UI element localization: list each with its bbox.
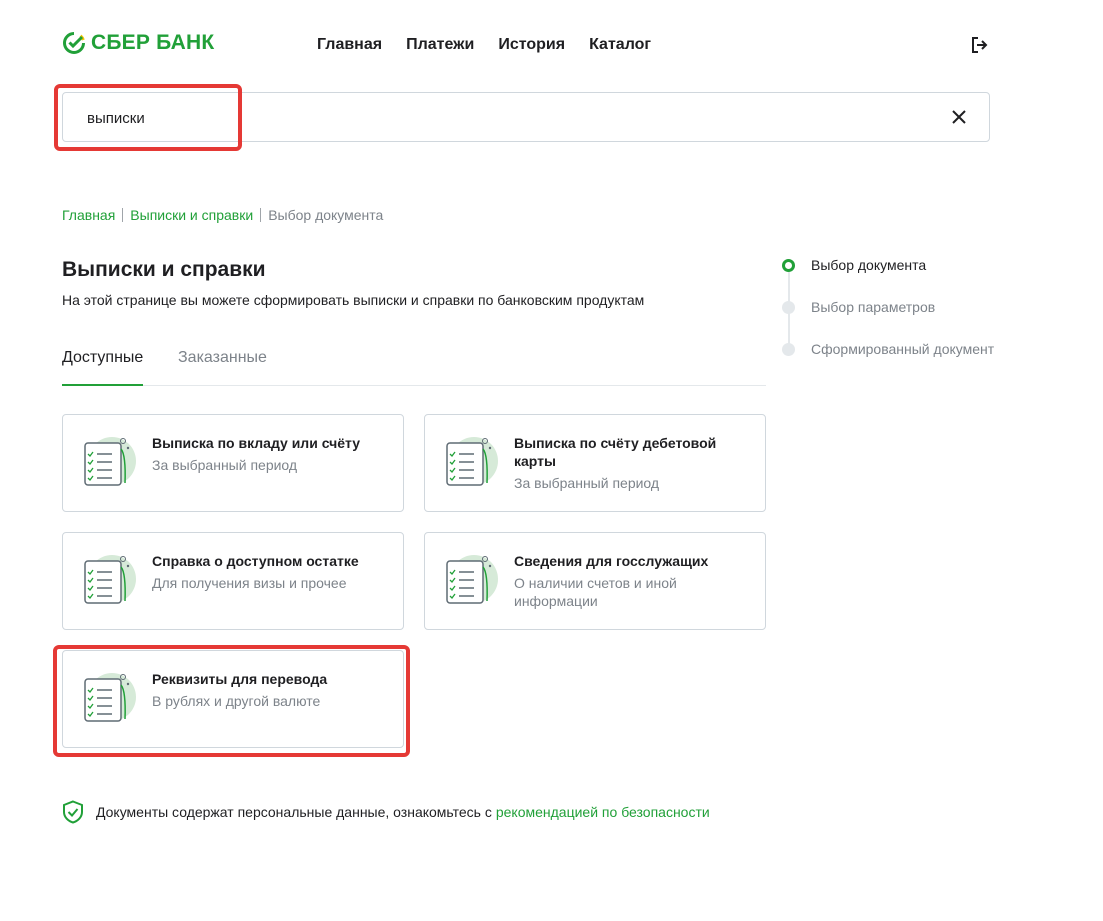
card-debit-card-statement[interactable]: Выписка по счёту дебетовой карты За выбр…: [424, 414, 766, 512]
step-label: Выбор документа: [811, 257, 927, 273]
document-icon: [84, 437, 136, 486]
sber-logo[interactable]: СБЕР БАНК: [62, 31, 214, 55]
card-description: Для получения визы и прочее: [152, 575, 347, 591]
logout-icon[interactable]: [969, 35, 989, 55]
step-label: Сформированный документ: [811, 341, 995, 357]
document-icon: [446, 437, 498, 486]
card-description: О наличии счетов и иной информации: [514, 575, 677, 609]
page-title: Выписки и справки: [62, 258, 266, 281]
card-title: Выписка по счёту дебетовой карты: [514, 435, 717, 469]
card-title: Сведения для госслужащих: [514, 553, 709, 569]
nav-item-payments[interactable]: Платежи: [406, 36, 474, 54]
document-icon: [84, 555, 136, 604]
nav-item-main[interactable]: Главная: [317, 36, 382, 54]
close-icon[interactable]: [951, 109, 967, 125]
card-balance-certificate[interactable]: Справка о доступном остатке Для получени…: [62, 532, 404, 630]
card-civil-servants-info[interactable]: Сведения для госслужащих О наличии счето…: [424, 532, 766, 630]
tab-available[interactable]: Доступные: [62, 349, 144, 386]
document-icon: [446, 555, 498, 604]
card-description: За выбранный период: [514, 475, 660, 491]
breadcrumb-link-main[interactable]: Главная: [62, 207, 115, 223]
nav-item-history[interactable]: История: [498, 36, 565, 54]
security-note: Документы содержат персональные данные, …: [62, 800, 710, 824]
card-title: Выписка по вкладу или счёту: [152, 435, 361, 451]
step-label: Выбор параметров: [811, 299, 936, 315]
nav-item-catalog[interactable]: Каталог: [589, 36, 651, 54]
page-subtitle: На этой странице вы можете сформировать …: [62, 292, 645, 308]
highlight-frame-search: [54, 84, 242, 151]
breadcrumb-link-statements[interactable]: Выписки и справки: [130, 207, 253, 223]
shield-check-icon: [63, 800, 83, 824]
tabs: Доступные Заказанные: [62, 349, 766, 386]
step-generated-document: Сформированный документ: [782, 341, 994, 357]
security-recommendation-link[interactable]: рекомендацией по безопасности: [496, 804, 710, 820]
breadcrumb: Главная Выписки и справки Выбор документ…: [62, 207, 383, 223]
breadcrumb-separator: [122, 208, 124, 222]
main-nav: Главная Платежи История Каталог: [317, 36, 651, 54]
card-deposit-statement[interactable]: Выписка по вкладу или счёту За выбранный…: [62, 414, 404, 512]
security-note-text: Документы содержат персональные данные, …: [96, 804, 492, 820]
breadcrumb-separator: [260, 208, 262, 222]
step-indicator-active: [782, 258, 795, 272]
step-indicator: [782, 342, 795, 356]
sber-logo-text: СБЕР БАНК: [91, 31, 215, 54]
card-title: Справка о доступном остатке: [152, 553, 359, 569]
highlight-frame-card: [53, 645, 410, 757]
step-select-document: Выбор документа: [782, 257, 926, 273]
sber-logo-icon: [63, 32, 85, 54]
card-description: За выбранный период: [152, 457, 298, 473]
breadcrumb-current: Выбор документа: [268, 207, 384, 223]
step-select-parameters: Выбор параметров: [782, 299, 935, 315]
step-indicator: [782, 300, 795, 314]
tab-ordered[interactable]: Заказанные: [178, 349, 267, 367]
